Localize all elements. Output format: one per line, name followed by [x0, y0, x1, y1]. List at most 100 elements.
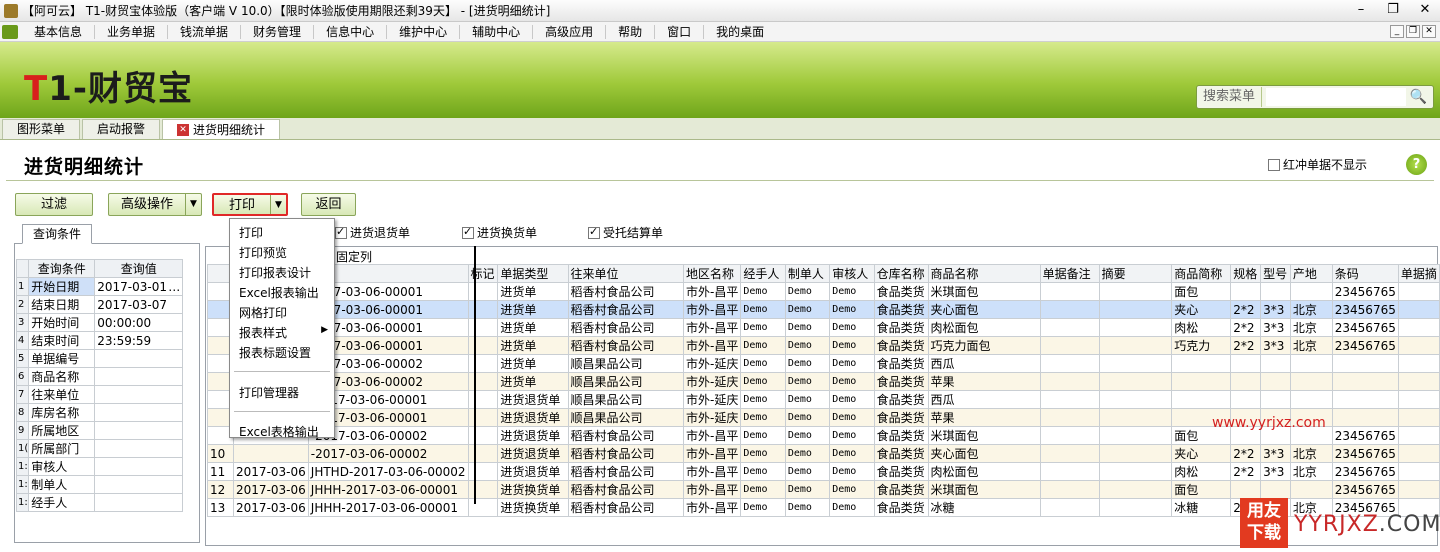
query-tab[interactable]: 查询条件	[22, 224, 92, 244]
query-row[interactable]: 5 单据编号	[15, 349, 184, 368]
table-row[interactable]: 2017-03-06-00002 进货单 顺昌果品公司 市外-延庆 Demo Demo De…	[206, 372, 1440, 391]
query-value[interactable]	[94, 421, 184, 440]
restore-icon[interactable]: ❐	[1384, 2, 1402, 17]
table-row[interactable]: 2017-03-06-00001 进货单 稻香村食品公司 市外-昌平 Demo Demo D…	[206, 336, 1440, 355]
query-value[interactable]: 2017-03-01…	[94, 277, 184, 296]
menu-item[interactable]: 窗口	[655, 24, 705, 39]
menu-item-report-style[interactable]: 报表样式	[239, 324, 287, 341]
menu-item[interactable]: 辅助中心	[460, 24, 534, 39]
query-value[interactable]: 00:00:00	[94, 313, 184, 332]
column-header[interactable]: 经手人	[740, 264, 786, 283]
filter-button[interactable]: 过滤	[15, 193, 93, 216]
mdi-restore-icon[interactable]: ❐	[1406, 25, 1420, 38]
query-value[interactable]	[94, 349, 184, 368]
tab-purchase-detail[interactable]: ✕ 进货明细统计	[162, 119, 281, 139]
table-row[interactable]: 12 2017-03-06 JHHH-2017-03-06-00001 进货换货单 稻香…	[206, 480, 1440, 499]
menu-item[interactable]: 信息中心	[314, 24, 388, 39]
query-value[interactable]	[94, 493, 184, 512]
menu-item[interactable]: 帮助	[606, 24, 656, 39]
chevron-down-icon[interactable]: ▼	[185, 194, 201, 215]
table-row[interactable]: 2017-03-06-00001 进货单 稻香村食品公司 市外-昌平 Demo Demo D…	[206, 300, 1440, 319]
checkbox-consign[interactable]	[588, 225, 600, 239]
menu-item-excel-report[interactable]: Excel报表输出	[239, 284, 319, 301]
menu-item-report-design[interactable]: 打印报表设计	[239, 264, 311, 281]
search-input[interactable]	[1266, 88, 1407, 106]
query-row[interactable]: 1: 审核人	[15, 457, 184, 476]
column-header[interactable]: 单据摘	[1397, 264, 1440, 283]
menu-item[interactable]: 高级应用	[533, 24, 607, 39]
back-button[interactable]: 返回	[301, 193, 356, 216]
table-row[interactable]: 11 2017-03-06 JHTHD-2017-03-06-00002 进货退货单稻…	[206, 462, 1440, 481]
query-value[interactable]	[94, 475, 184, 494]
column-header[interactable]: 商品简称	[1171, 264, 1232, 283]
help-icon[interactable]: ?	[1406, 154, 1427, 175]
query-row[interactable]: 9 所属地区	[15, 421, 184, 440]
column-header[interactable]: 地区名称	[683, 264, 742, 283]
menu-item[interactable]: 财务管理	[241, 24, 315, 39]
menu-item[interactable]: 基本信息	[22, 24, 96, 39]
column-header[interactable]: 型号	[1260, 264, 1291, 283]
query-value[interactable]: 2017-03-07	[94, 295, 184, 314]
menu-item[interactable]: 业务单据	[95, 24, 169, 39]
hide-red-checkbox[interactable]	[1268, 158, 1280, 171]
tab-graphic-menu[interactable]: 图形菜单	[2, 119, 81, 139]
table-row[interactable]: 2017-03-06-00001 进货单 稻香村食品公司 市外-昌平 Demo Demo D…	[206, 282, 1440, 301]
check-return[interactable]: 进货退货单	[335, 224, 410, 241]
minimize-icon[interactable]: –	[1352, 2, 1370, 17]
query-row[interactable]: 1: 制单人	[15, 475, 184, 494]
query-row[interactable]: 3 开始时间 00:00:00	[15, 313, 184, 332]
chevron-down-icon[interactable]: ▼	[270, 195, 286, 214]
column-header[interactable]: 单据类型	[497, 264, 569, 283]
column-header[interactable]: 规格	[1230, 264, 1262, 283]
close-icon[interactable]: ✕	[1416, 2, 1434, 17]
query-value[interactable]: 23:59:59	[94, 331, 184, 350]
menu-item-excel-grid[interactable]: Excel表格输出	[239, 423, 319, 440]
menu-item-grid-print[interactable]: 网格打印	[239, 304, 287, 321]
menu-item[interactable]: 钱流单据	[168, 24, 242, 39]
table-row[interactable]: 2017-03-06-00001 进货单 稻香村食品公司 市外-昌平 Demo Demo D…	[206, 318, 1440, 337]
query-value[interactable]	[94, 367, 184, 386]
query-row[interactable]: 6 商品名称	[15, 367, 184, 386]
table-row[interactable]: -2017-03-06-00001 进货退货单 顺昌果品公司 市外-延庆 Demo Dem…	[206, 390, 1440, 409]
query-row[interactable]: 8 库房名称	[15, 403, 184, 422]
column-header[interactable]: 标记	[467, 264, 499, 283]
advanced-ops-button[interactable]: 高级操作 ▼	[108, 193, 202, 216]
query-row[interactable]: 7 往来单位	[15, 385, 184, 404]
query-row[interactable]: 1 开始日期 2017-03-01…	[15, 277, 184, 296]
mdi-close-icon[interactable]: ✕	[1422, 25, 1436, 38]
fixed-column-label[interactable]: 固定列	[336, 248, 372, 265]
column-header[interactable]: 条码	[1331, 264, 1399, 283]
menu-item[interactable]: 维护中心	[387, 24, 461, 39]
menu-item-print[interactable]: 打印	[239, 224, 263, 241]
query-value[interactable]	[94, 457, 184, 476]
column-header[interactable]: 制单人	[784, 264, 831, 283]
column-header[interactable]: 审核人	[829, 264, 875, 283]
menu-item-print-manager[interactable]: 打印管理器	[239, 384, 299, 401]
tab-startup-alert[interactable]: 启动报警	[82, 119, 161, 139]
mdi-minimize-icon[interactable]: _	[1390, 25, 1404, 38]
query-value[interactable]	[94, 385, 184, 404]
query-row[interactable]: 2 结束日期 2017-03-07	[15, 295, 184, 314]
menu-item-print-preview[interactable]: 打印预览	[239, 244, 287, 261]
tab-close-icon[interactable]: ✕	[177, 123, 190, 136]
menu-item[interactable]: 我的桌面	[704, 25, 776, 39]
hide-red-checkbox-row[interactable]: 红冲单据不显示	[1268, 156, 1367, 173]
query-row[interactable]: 4 结束时间 23:59:59	[15, 331, 184, 350]
query-value[interactable]	[94, 403, 184, 422]
table-row[interactable]: 2017-03-06-00002 进货单 顺昌果品公司 市外-延庆 Demo Demo De…	[206, 354, 1440, 373]
check-exchange[interactable]: 进货换货单	[462, 224, 537, 241]
table-row[interactable]: 10 -2017-03-06-00002 进货退货单 稻香村食品公司 市外-昌平 Demo…	[206, 444, 1440, 463]
column-header[interactable]: 产地	[1289, 264, 1333, 283]
menu-item-title-setting[interactable]: 报表标题设置	[239, 344, 311, 361]
search-icon[interactable]: 🔍	[1410, 89, 1427, 105]
check-consign[interactable]: 受托结算单	[588, 224, 663, 241]
query-row[interactable]: 1(所属部门	[15, 439, 184, 458]
column-header[interactable]: 仓库名称	[873, 264, 929, 283]
checkbox-return[interactable]	[335, 225, 347, 239]
query-row[interactable]: 1: 经手人	[15, 493, 184, 512]
print-button[interactable]: 打印 ▼	[212, 193, 288, 216]
column-header[interactable]: 摘要	[1098, 264, 1173, 283]
column-header[interactable]: 单据备注	[1039, 264, 1100, 283]
column-header[interactable]: 往来单位	[567, 264, 685, 283]
checkbox-exchange[interactable]	[462, 225, 474, 239]
